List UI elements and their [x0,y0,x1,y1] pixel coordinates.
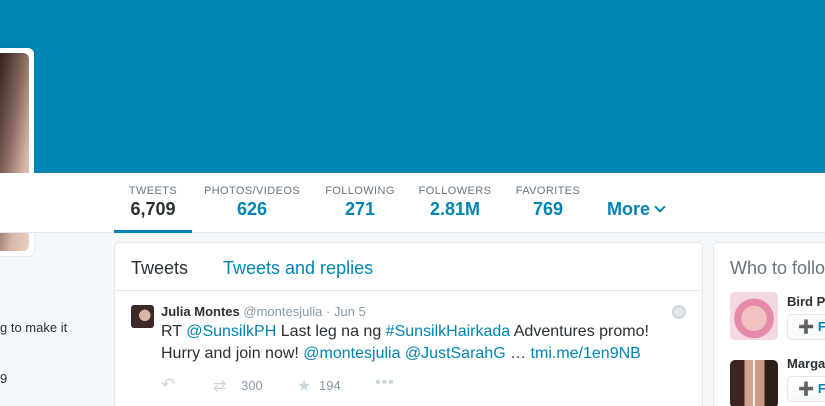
profile-banner [0,0,825,173]
tweet-author-handle[interactable]: @montesjulia [243,304,322,319]
stat-value: 2.81M [429,199,481,219]
tweet-separator: · [325,304,331,319]
mention-link[interactable]: @montesjulia [303,345,400,362]
tweet-text: RT @SunsilkPH Last leg na ng #SunsilkHai… [161,321,671,365]
tweet-avatar[interactable] [131,305,154,328]
follow-label: F [817,319,825,334]
stat-label: FOLLOWING [325,185,395,197]
stat-value: 6,709 [130,199,176,219]
stat-value: 769 [532,199,564,219]
who-to-follow-panel: Who to follo Bird Pi ➕ F Marga ➕ F [713,242,825,406]
tweet-author-name[interactable]: Julia Montes [161,304,240,319]
suggestion-avatar[interactable] [730,360,778,406]
more-dropdown[interactable]: More [607,199,666,220]
tab-tweets[interactable]: Tweets [131,258,188,279]
stat-value: 626 [236,199,268,219]
mention-link[interactable]: @SunsilkPH [186,323,276,340]
stat-label: PHOTOS/VIDEOS [203,185,301,197]
tab-tweets-and-replies[interactable]: Tweets and replies [223,258,373,279]
chevron-down-icon [654,201,666,213]
stat-label: TWEETS [128,185,178,197]
stat-following[interactable]: FOLLOWING 271 [320,173,400,233]
bio-text-fragment: g to make it [0,320,68,335]
suggestion-avatar[interactable] [730,292,778,340]
url-link[interactable]: tmi.me/1en9NB [531,345,641,362]
add-user-icon: ➕ [798,381,815,396]
timeline-panel: Tweets Tweets and replies Julia Montes @… [114,242,703,406]
tweet[interactable]: Julia Montes @montesjulia · Jun 5 RT @Su… [115,292,702,406]
who-to-follow-title: Who to follo [730,258,825,278]
tweet-text-part: RT [161,323,187,340]
stat-value: 271 [344,199,376,219]
more-label: More [607,199,651,219]
retweet-count: 300 [241,378,263,393]
hashtag-link[interactable]: #SunsilkHairkada [386,323,511,340]
tweet-text-part: Last leg na ng [276,323,386,340]
reply-icon[interactable]: ↶ [161,375,175,395]
bio-text-fragment-2: 9 [0,371,8,386]
tweet-timestamp[interactable]: Jun 5 [334,304,366,319]
suggestion-name[interactable]: Marga [787,356,825,371]
follow-label: F [817,381,825,396]
tweet-text-part: … [505,345,531,362]
ellipsis-icon[interactable]: ••• [375,374,395,392]
add-user-icon: ➕ [798,319,815,334]
stat-followers[interactable]: FOLLOWERS 2.81M [414,173,496,233]
profile-nav: TWEETS 6,709 PHOTOS/VIDEOS 626 FOLLOWING… [0,173,825,233]
retweet-icon[interactable]: ⇄ [213,376,226,396]
favorite-count: 194 [319,378,341,393]
star-icon[interactable]: ★ [297,376,311,396]
mention-link[interactable]: @JustSarahG [405,345,506,362]
tweet-header: Julia Montes @montesjulia · Jun 5 [161,304,366,319]
stat-label: FOLLOWERS [418,185,492,197]
follow-button[interactable]: ➕ F [787,376,825,402]
stat-photos-videos[interactable]: PHOTOS/VIDEOS 626 [200,173,304,233]
globe-icon[interactable] [672,305,686,319]
stat-label: FAVORITES [515,185,581,197]
timeline-tabs: Tweets Tweets and replies [115,243,702,291]
stat-favorites[interactable]: FAVORITES 769 [510,173,586,233]
follow-button[interactable]: ➕ F [787,314,825,340]
suggestion-name[interactable]: Bird Pi [787,294,825,309]
stat-tweets[interactable]: TWEETS 6,709 [114,173,192,233]
